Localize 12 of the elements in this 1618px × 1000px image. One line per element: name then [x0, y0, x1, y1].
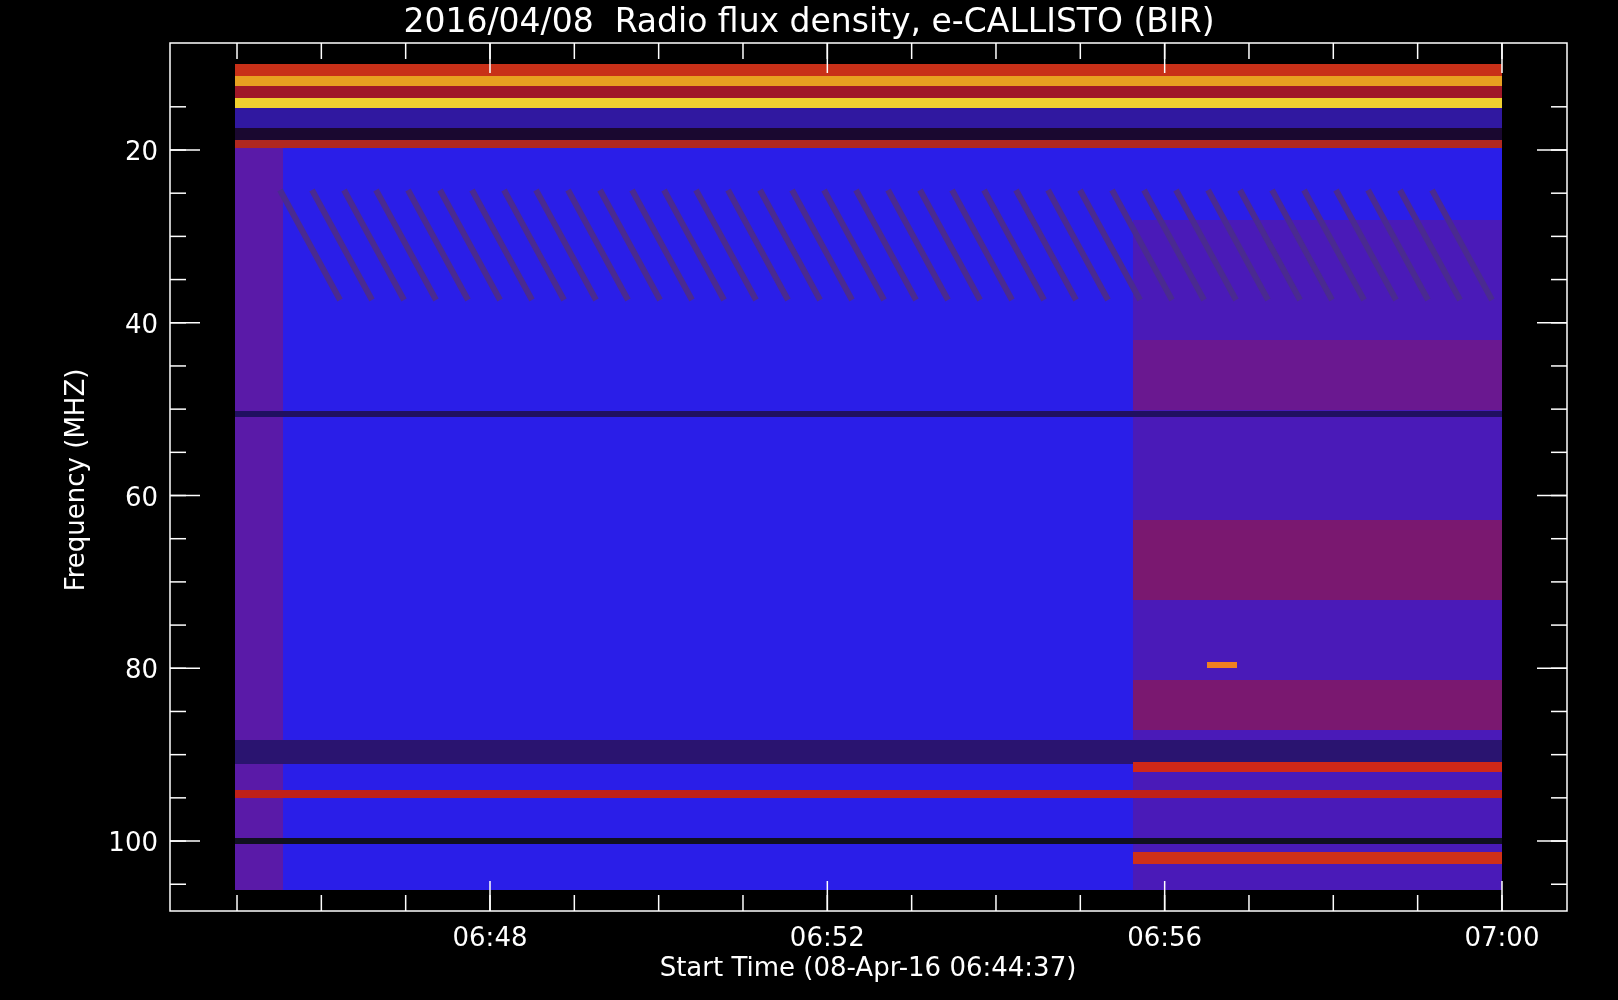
- chart-title: 2016/04/08 Radio flux density, e-CALLISTO (BIR): [403, 1, 1215, 40]
- axis-tick-label: 100: [108, 827, 158, 857]
- y-axis-title: Frequency (MHZ): [60, 368, 90, 592]
- axis-tick-label: 40: [124, 308, 158, 339]
- axis-tick-label: 06:56: [1127, 922, 1203, 952]
- x-axis-title: Start Time (08-Apr-16 06:44:37): [659, 952, 1077, 982]
- axis-tick-label: 80: [124, 654, 158, 685]
- axis-tick-label: 60: [124, 481, 158, 512]
- axis-tick-label: 06:48: [452, 922, 528, 952]
- axis-tick-label: 07:00: [1464, 922, 1540, 952]
- axis-tick-label: 20: [124, 136, 158, 166]
- axis-tick-label: 06:52: [789, 922, 865, 952]
